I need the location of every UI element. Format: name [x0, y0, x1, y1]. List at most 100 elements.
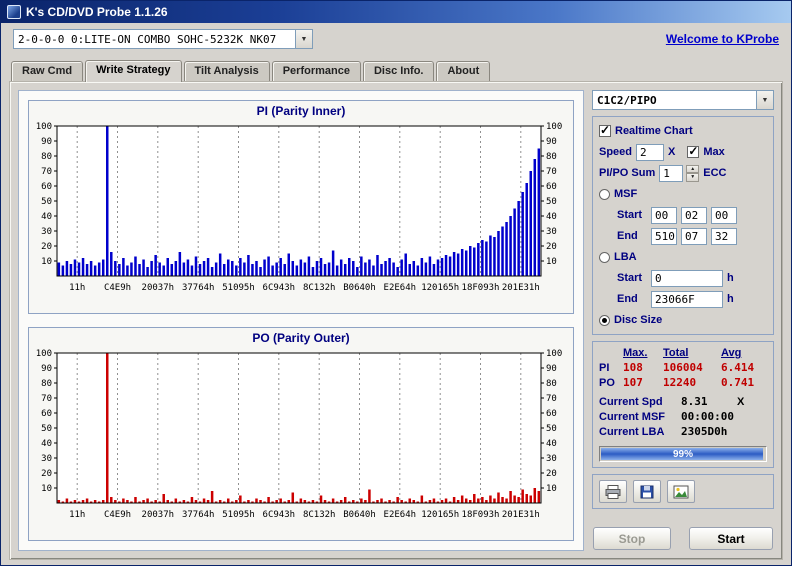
scan-settings-box: Realtime Chart Speed 2 X Max PI/PO Sum 1… [592, 116, 774, 335]
msf-end-row: End 510 07 32 [599, 227, 767, 245]
lba-radio-row: LBA [599, 248, 767, 266]
lba-start-input[interactable]: 0 [651, 269, 723, 287]
printer-icon [605, 484, 621, 499]
msf-start-frame-input[interactable]: 00 [711, 206, 737, 224]
msf-radio[interactable] [599, 188, 610, 200]
floppy-disk-icon [640, 485, 654, 498]
save-button[interactable] [633, 480, 661, 503]
po-chart-title: PO (Parity Outer) [252, 331, 350, 345]
window-title: K's CD/DVD Probe 1.1.26 [26, 5, 168, 19]
svg-text:30: 30 [41, 227, 52, 237]
svg-text:8C132h: 8C132h [303, 283, 336, 293]
svg-text:60: 60 [41, 182, 52, 192]
svg-text:120165h: 120165h [421, 510, 459, 520]
tab-disc-info[interactable]: Disc Info. [362, 61, 435, 81]
print-button[interactable] [599, 480, 627, 503]
current-msf-label: Current MSF [599, 410, 665, 423]
speed-input[interactable]: 2 [636, 143, 665, 161]
svg-text:30: 30 [41, 454, 52, 464]
svg-text:80: 80 [546, 152, 557, 162]
stats-table: Max. Total Avg PI 108 106004 6.414 PO 10… [599, 347, 767, 389]
tab-write-strategy[interactable]: Write Strategy [85, 60, 182, 82]
export-image-button[interactable] [667, 480, 695, 503]
svg-text:20: 20 [41, 242, 52, 252]
start-button[interactable]: Start [689, 527, 773, 550]
tab-label: Tilt Analysis [194, 65, 259, 77]
drive-select[interactable]: 2-0-0-0 0:LITE-ON COMBO SOHC-5232K NK07 … [13, 29, 313, 49]
mode-select[interactable]: C1C2/PIPO ▼ [592, 90, 774, 110]
current-status-table: Current Spd 8.31 X Current MSF 00:00:00 … [599, 395, 767, 438]
tab-about[interactable]: About [436, 61, 491, 81]
svg-text:201E31h: 201E31h [502, 283, 540, 293]
svg-text:20: 20 [546, 242, 557, 252]
tab-label: About [447, 65, 480, 77]
realtime-chart-row: Realtime Chart [599, 122, 767, 140]
svg-text:90: 90 [546, 137, 557, 147]
svg-text:40: 40 [546, 212, 557, 222]
title-bar[interactable]: K's CD/DVD Probe 1.1.26 [1, 1, 791, 23]
tab-tilt-analysis[interactable]: Tilt Analysis [183, 61, 270, 81]
current-spd-label: Current Spd [599, 395, 663, 408]
spinner-up-icon[interactable]: ▲ [686, 164, 700, 173]
stop-button[interactable]: Stop [593, 527, 671, 550]
stats-row-pi-label: PI [599, 361, 610, 374]
current-lba-label: Current LBA [599, 425, 665, 438]
tab-raw-cmd[interactable]: Raw Cmd [11, 61, 84, 81]
msf-end-sec-input[interactable]: 07 [681, 227, 707, 245]
lba-end-input[interactable]: 23066F [651, 290, 723, 308]
tools-box [592, 474, 774, 509]
svg-text:100: 100 [546, 122, 562, 132]
mode-select-value: C1C2/PIPO [597, 93, 657, 107]
lba-radio[interactable] [599, 251, 610, 263]
drive-select-value: 2-0-0-0 0:LITE-ON COMBO SOHC-5232K NK07 [18, 32, 277, 46]
tab-performance[interactable]: Performance [271, 61, 361, 81]
svg-text:80: 80 [41, 152, 52, 162]
svg-text:20: 20 [546, 469, 557, 479]
svg-text:B0640h: B0640h [343, 510, 376, 520]
pipo-sum-input[interactable]: 1 [659, 164, 684, 182]
current-msf-value: 00:00:00 [681, 410, 734, 423]
lba-start-row: Start 0 h [599, 269, 767, 287]
chevron-down-icon[interactable]: ▼ [756, 91, 773, 109]
svg-text:40: 40 [41, 439, 52, 449]
svg-text:70: 70 [41, 167, 52, 177]
lba-end-label: End [617, 293, 638, 305]
speed-row: Speed 2 X Max [599, 143, 767, 161]
pipo-sum-label: PI/PO Sum [599, 167, 656, 179]
msf-start-sec-input[interactable]: 02 [681, 206, 707, 224]
tab-strip: Raw Cmd Write Strategy Tilt Analysis Per… [1, 55, 791, 82]
svg-text:6C943h: 6C943h [263, 510, 296, 520]
stats-header-avg: Avg [721, 347, 742, 359]
svg-text:50: 50 [546, 197, 557, 207]
svg-text:51095h: 51095h [222, 283, 255, 293]
tab-label: Performance [282, 65, 350, 77]
welcome-link[interactable]: Welcome to KProbe [666, 32, 779, 46]
msf-end-frame-input[interactable]: 32 [711, 227, 737, 245]
charts-panel: PI (Parity Inner) 11h C4E9h 20037h 37764h 51… [18, 90, 584, 551]
action-buttons: Stop Start [592, 527, 774, 551]
chevron-down-icon[interactable]: ▼ [295, 30, 312, 48]
po-total-value: 12240 [663, 376, 697, 389]
disc-size-radio-row: Disc Size [599, 311, 767, 329]
spinner-down-icon[interactable]: ▼ [686, 173, 700, 182]
po-avg-value: 0.741 [721, 376, 755, 389]
po-chart-box: PO (Parity Outer) 11h C4E9h 20037h 37764h 51… [28, 327, 574, 541]
po-chart: 11h C4E9h 20037h 37764h 51095h 6C943h 8C132h B0… [36, 349, 563, 520]
msf-start-min-input[interactable]: 00 [651, 206, 677, 224]
svg-text:100: 100 [36, 122, 52, 132]
max-speed-checkbox[interactable] [687, 144, 700, 158]
svg-text:50: 50 [546, 424, 557, 434]
max-speed-label: Max [703, 146, 725, 158]
svg-text:70: 70 [41, 394, 52, 404]
realtime-chart-checkbox[interactable] [599, 123, 611, 137]
results-box: Max. Total Avg PI 108 106004 6.414 PO 10… [592, 341, 774, 468]
pi-chart: 11h C4E9h 20037h 37764h 51095h 6C943h 8C132h B0… [36, 122, 563, 293]
svg-text:10: 10 [546, 484, 557, 494]
stats-header-total: Total [663, 347, 689, 359]
msf-end-min-input[interactable]: 510 [651, 227, 677, 245]
app-window: K's CD/DVD Probe 1.1.26 2-0-0-0 0:LITE-O… [0, 0, 792, 566]
svg-text:60: 60 [546, 182, 557, 192]
svg-text:18F093h: 18F093h [462, 283, 500, 293]
svg-text:70: 70 [546, 167, 557, 177]
disc-size-radio[interactable] [599, 314, 610, 326]
